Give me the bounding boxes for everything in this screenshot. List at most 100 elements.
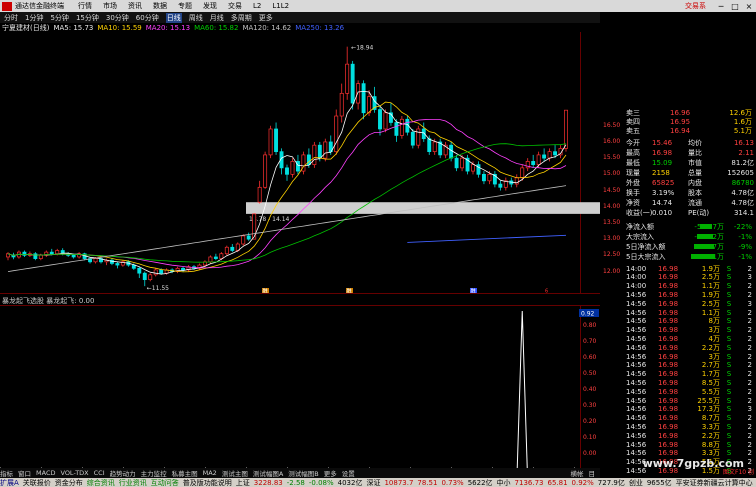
menu-item-l2[interactable]: L2 [253, 2, 261, 10]
index-field-6: 10873.7 [384, 478, 414, 487]
status-link-qa[interactable]: 互动问答 [151, 478, 179, 487]
candle-body [71, 255, 76, 258]
maximize-button[interactable]: □ [728, 2, 742, 11]
candle-body [334, 115, 339, 153]
indicator-tab-8[interactable]: MA2 [203, 469, 217, 477]
candle-body [181, 267, 186, 271]
indicator-tab-9[interactable]: 测试主图 [222, 468, 248, 478]
indicator-tab-13[interactable]: 设置 [342, 468, 355, 478]
indicator-chart[interactable]: 0.92 0.80 0.70 0.60 0.50 0.40 0.30 0.20 0.10 0.00 [0, 305, 600, 473]
indicator-tab-5[interactable]: 趋势动力 [110, 468, 136, 478]
flow-bar [691, 254, 715, 259]
tick-row-9: 14:56 16.98 2.2万 S 2 [626, 343, 756, 352]
status-link-related[interactable]: 关联报价 [23, 478, 51, 487]
menu-item-discover[interactable]: 发现 [203, 1, 217, 11]
right-tab-0[interactable]: 横帐 [571, 468, 584, 478]
candle-body [542, 154, 547, 159]
candle-body [471, 164, 475, 172]
index-field-5: 深证 [366, 478, 381, 487]
menu-item-market[interactable]: 市场 [103, 1, 117, 11]
candle-body [531, 161, 536, 165]
indicator-tab-2[interactable]: MACD [36, 469, 55, 477]
price-axis-tick: 15.00 [603, 170, 621, 178]
menu-item-data[interactable]: 数据 [153, 1, 167, 11]
indicator-tab-7[interactable]: 私募主图 [172, 468, 198, 478]
period-tab-6[interactable]: 日线 [165, 12, 182, 23]
period-tab-5[interactable]: 60分钟 [136, 13, 159, 23]
price-axis-tick: 12.50 [603, 251, 621, 259]
ask-price: 16.95 [670, 117, 691, 126]
quote-value: 14.74 [652, 198, 673, 207]
period-tab-8[interactable]: 月线 [210, 13, 224, 23]
menu-item-topic[interactable]: 专题 [178, 1, 192, 11]
flow-row-2: 5日净流入额-6237万-9% [626, 242, 756, 251]
indicator-tab-3[interactable]: VOL-TDX [60, 469, 88, 477]
tick-row-6: 14:56 16.98 8万 S 2 [626, 317, 756, 326]
quote-key: 收益(一) [626, 208, 653, 217]
trade-system-button[interactable]: 交易系 [685, 1, 706, 11]
quote-key: 最高 [626, 148, 640, 157]
candle-body [241, 235, 246, 245]
right-tab-1[interactable]: 目 [589, 468, 596, 478]
period-tab-9[interactable]: 多周期 [231, 13, 252, 23]
period-tab-2[interactable]: 5分钟 [50, 13, 68, 23]
candle-body [38, 255, 43, 259]
status-link-news[interactable]: 综合资讯 [87, 478, 115, 487]
tick-price: 16.98 [658, 326, 679, 335]
period-tab-1[interactable]: 1分钟 [25, 13, 43, 23]
menu-item-news[interactable]: 资讯 [128, 1, 142, 11]
minimize-button[interactable]: ─ [714, 2, 728, 11]
flow-bar [694, 244, 714, 249]
candle-body [153, 269, 158, 276]
tick-price: 16.98 [658, 299, 679, 308]
indicator-tab-4[interactable]: CCI [94, 469, 105, 477]
index-field-7: 78.51 [417, 478, 438, 487]
candle-body [536, 154, 541, 165]
tick-price: 16.98 [658, 273, 679, 282]
kline-chart[interactable]: 13.78 - 14.14←18.94←11.55 融融融 6 [0, 32, 600, 294]
tick-direction: S [726, 308, 732, 317]
period-tab-3[interactable]: 15分钟 [76, 13, 99, 23]
close-button[interactable]: × [742, 2, 756, 11]
tick-row-1: 14:00 16.98 2.5万 S 3 [626, 273, 756, 282]
flow-row-1: 大宗流入-247.2万-1% [626, 232, 756, 241]
index-field-16: 9655亿 [646, 478, 672, 487]
tick-count: 2 [747, 396, 752, 405]
tick-time: 14:00 [626, 264, 647, 273]
status-link-help[interactable]: 普及版功能说明 [183, 478, 232, 487]
flow-label: 5日净流入额 [626, 242, 666, 251]
tick-direction: S [726, 264, 732, 273]
candle-body [148, 274, 153, 281]
tick-direction: S [726, 326, 732, 335]
expand-button[interactable]: 扩展A [0, 478, 19, 487]
menu-item-quote[interactable]: 行情 [78, 1, 92, 11]
indicator-tab-11[interactable]: 测试幅图B [288, 468, 318, 478]
index-field-12: 65.81 [547, 478, 568, 487]
indicator-tab-0[interactable]: 指标 [0, 468, 13, 478]
flow-pct: -9% [738, 242, 752, 251]
status-link-funds[interactable]: 资金分布 [55, 478, 83, 487]
indicator-tab-10[interactable]: 测试幅图A [253, 468, 283, 478]
period-tab-4[interactable]: 30分钟 [106, 13, 129, 23]
tick-count: 2 [747, 308, 752, 317]
tick-count: 2 [747, 317, 752, 326]
quote-key: 换手 [626, 188, 640, 197]
indicator-tick: 0.50 [583, 370, 597, 377]
indicator-tab-1[interactable]: 窗口 [18, 468, 31, 478]
tick-time: 14:56 [626, 343, 647, 352]
tick-time: 14:56 [626, 396, 647, 405]
quote-value: 16.13 [733, 138, 754, 147]
period-tab-0[interactable]: 分时 [4, 13, 18, 23]
status-link-industry[interactable]: 行业资讯 [119, 478, 147, 487]
tick-price: 16.98 [658, 396, 679, 405]
quote-key: 现量 [626, 168, 640, 177]
menu-item-l1l2[interactable]: L1L2 [272, 2, 289, 10]
menu-item-trade[interactable]: 交易 [228, 1, 242, 11]
index-field-15: 创业 [628, 478, 643, 487]
indicator-name: 暴龙起飞选股 [2, 297, 44, 305]
period-tab-10[interactable]: 更多 [259, 13, 273, 23]
ma120-label: MA120: 14.62 [242, 23, 292, 32]
period-tab-7[interactable]: 周线 [189, 13, 203, 23]
indicator-tab-12[interactable]: 更多 [324, 468, 337, 478]
indicator-tab-6[interactable]: 主力监控 [141, 468, 167, 478]
